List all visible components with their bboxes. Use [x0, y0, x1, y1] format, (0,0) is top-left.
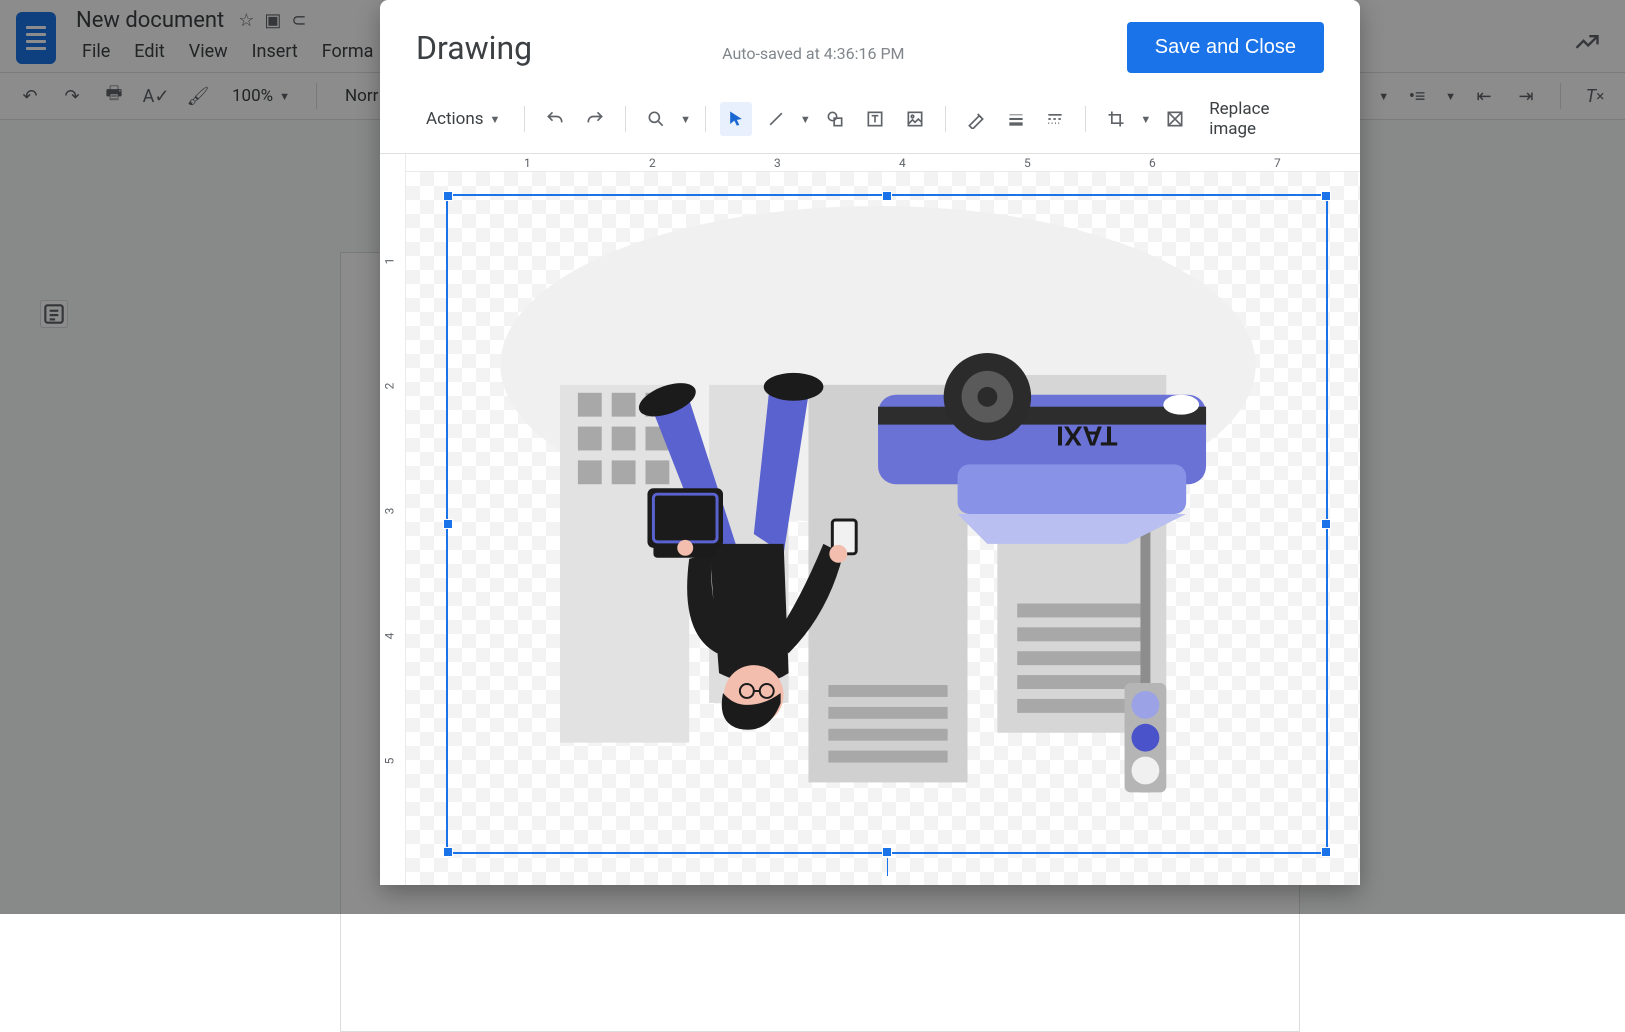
- autosave-status: Auto-saved at 4:36:16 PM: [722, 44, 904, 63]
- dialog-title: Drawing: [416, 29, 532, 67]
- redo-icon[interactable]: [579, 102, 611, 136]
- crop-tool-icon[interactable]: [1100, 102, 1132, 136]
- select-tool-icon[interactable]: [720, 102, 752, 136]
- ruler-tick: 6: [1149, 156, 1156, 170]
- ruler-tick: 4: [899, 156, 906, 170]
- increase-indent-icon[interactable]: ⇥: [1512, 82, 1540, 110]
- ruler-tick: 1: [524, 156, 531, 170]
- line-tool-icon[interactable]: [760, 102, 792, 136]
- chevron-down-icon[interactable]: ▼: [680, 113, 691, 126]
- drawing-canvas[interactable]: TAXI: [406, 172, 1360, 885]
- resize-handle-w[interactable]: [443, 519, 453, 529]
- resize-handle-s[interactable]: [882, 847, 892, 857]
- chevron-down-icon: ▼: [279, 90, 290, 103]
- resize-handle-se[interactable]: [1321, 847, 1331, 857]
- ruler-tick: 2: [649, 156, 656, 170]
- selected-image[interactable]: TAXI: [446, 194, 1328, 854]
- actions-menu-button[interactable]: Actions ▼: [416, 103, 510, 135]
- outline-toggle-icon[interactable]: [40, 300, 68, 328]
- resize-handle-sw[interactable]: [443, 847, 453, 857]
- drawing-dialog: Drawing Auto-saved at 4:36:16 PM Save an…: [380, 0, 1360, 885]
- menu-file[interactable]: File: [72, 37, 120, 66]
- ruler-tick: 5: [1024, 156, 1031, 170]
- bulleted-list-icon[interactable]: •≡: [1403, 82, 1431, 110]
- paint-format-icon[interactable]: 🖌: [184, 82, 212, 110]
- horizontal-ruler: 1 2 3 4 5 6 7: [406, 154, 1360, 172]
- ruler-tick: 3: [382, 508, 396, 515]
- image-tool-icon[interactable]: [899, 102, 931, 136]
- rotate-handle[interactable]: [887, 858, 888, 876]
- move-folder-icon[interactable]: ▣: [264, 10, 281, 31]
- svg-text:TAXI: TAXI: [1056, 421, 1117, 452]
- undo-icon[interactable]: [539, 102, 571, 136]
- chevron-down-icon[interactable]: ▼: [1378, 90, 1389, 103]
- zoom-value: 100%: [232, 86, 273, 106]
- textbox-tool-icon[interactable]: [859, 102, 891, 136]
- zoom-select[interactable]: 100% ▼: [226, 86, 296, 106]
- menu-insert[interactable]: Insert: [242, 37, 308, 66]
- ruler-tick: 4: [382, 633, 396, 640]
- mask-image-icon[interactable]: [1159, 102, 1191, 136]
- paragraph-style-select[interactable]: Norr: [337, 86, 386, 106]
- document-title[interactable]: New document: [72, 6, 228, 35]
- menu-view[interactable]: View: [179, 37, 238, 66]
- chevron-down-icon[interactable]: ▼: [1445, 90, 1456, 103]
- undo-icon[interactable]: ↶: [16, 82, 44, 110]
- spellcheck-icon[interactable]: A✓: [142, 82, 170, 110]
- replace-image-button[interactable]: Replace image: [1199, 93, 1324, 145]
- menu-edit[interactable]: Edit: [124, 37, 174, 66]
- star-icon[interactable]: ☆: [238, 10, 254, 31]
- cloud-status-icon: ⊂: [291, 10, 306, 31]
- print-icon[interactable]: 🖶: [100, 82, 128, 110]
- border-dash-icon[interactable]: [1040, 102, 1072, 136]
- save-and-close-button[interactable]: Save and Close: [1127, 22, 1324, 73]
- resize-handle-ne[interactable]: [1321, 191, 1331, 201]
- vertical-ruler: 1 2 3 4 5: [380, 154, 406, 885]
- menu-format[interactable]: Forma: [312, 37, 384, 66]
- decrease-indent-icon[interactable]: ⇤: [1470, 82, 1498, 110]
- chevron-down-icon[interactable]: ▼: [800, 113, 811, 126]
- ruler-tick: 5: [382, 758, 396, 765]
- clear-formatting-icon[interactable]: T×: [1581, 82, 1609, 110]
- ruler-tick: 1: [382, 258, 396, 265]
- actions-label: Actions: [426, 109, 484, 129]
- resize-handle-n[interactable]: [882, 191, 892, 201]
- redo-icon[interactable]: ↷: [58, 82, 86, 110]
- activity-icon[interactable]: [1573, 28, 1601, 63]
- ruler-tick: 2: [382, 383, 396, 390]
- ruler-tick: 7: [1274, 156, 1281, 170]
- chevron-down-icon: ▼: [490, 113, 501, 126]
- border-color-icon[interactable]: [960, 102, 992, 136]
- docs-logo-icon[interactable]: [16, 12, 56, 64]
- resize-handle-nw[interactable]: [443, 191, 453, 201]
- ruler-tick: 3: [774, 156, 781, 170]
- zoom-icon[interactable]: [640, 102, 672, 136]
- shape-tool-icon[interactable]: [819, 102, 851, 136]
- resize-handle-e[interactable]: [1321, 519, 1331, 529]
- border-weight-icon[interactable]: [1000, 102, 1032, 136]
- chevron-down-icon[interactable]: ▼: [1140, 113, 1151, 126]
